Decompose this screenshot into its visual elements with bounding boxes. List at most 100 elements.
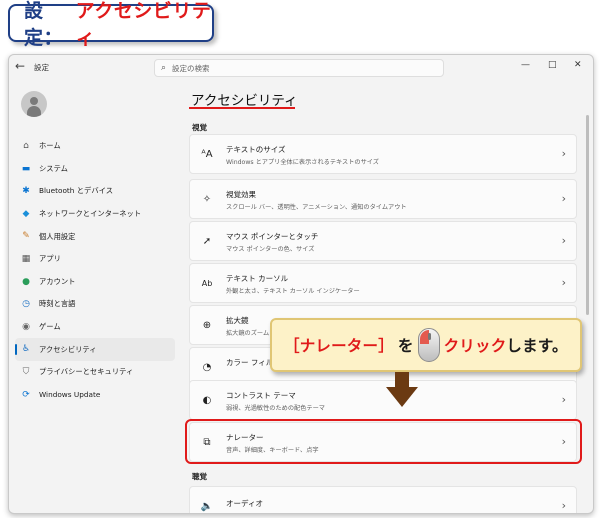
- color-filter-icon: ◔: [202, 362, 212, 373]
- sidebar-item-windows-update[interactable]: ⟳ Windows Update: [15, 384, 175, 407]
- card-title: テキストのサイズ: [226, 145, 286, 154]
- section-heading-vision: 視覚: [192, 123, 207, 132]
- text-size-icon: ᴬA: [201, 149, 213, 160]
- network-icon: ◆: [22, 208, 30, 219]
- sidebar-item-accessibility[interactable]: ♿ アクセシビリティ: [15, 338, 175, 361]
- down-arrow-stem: [395, 372, 409, 388]
- setting-card-audio[interactable]: 🔈 オーディオ ›: [189, 486, 577, 513]
- chevron-right-icon: ›: [561, 147, 566, 160]
- sidebar-item-label: システム: [39, 163, 68, 173]
- avatar-head: [30, 97, 38, 105]
- search-placeholder: 設定の検索: [172, 63, 210, 73]
- search-input[interactable]: ⌕ 設定の検索: [154, 59, 444, 77]
- shield-icon: ⛉: [22, 366, 30, 377]
- minimize-button[interactable]: —: [521, 60, 530, 70]
- text-cursor-icon: Ab: [201, 279, 213, 288]
- setting-card-contrast-themes[interactable]: ◐ コントラスト テーマ 弱視、光過敏性のための配色テーマ ›: [189, 380, 577, 420]
- sidebar-item-label: プライバシーとセキュリティ: [39, 367, 134, 377]
- card-subtitle: 弱視、光過敏性のための配色テーマ: [226, 405, 325, 412]
- gaming-icon: ◉: [22, 321, 30, 332]
- card-subtitle: 外観と太さ、テキスト カーソル インジケーター: [226, 288, 360, 295]
- sidebar-nav: ⌂ ホーム ▬ システム ✱ Bluetooth とデバイス ◆ ネットワークとインター…: [15, 135, 175, 406]
- badge-title: アクセシビリティ: [75, 0, 212, 49]
- section-heading-hearing: 聴覚: [192, 472, 207, 481]
- chevron-right-icon: ›: [561, 234, 566, 247]
- avatar-body: [27, 106, 41, 117]
- sidebar-item-label: Bluetooth とデバイス: [39, 186, 114, 196]
- sidebar-item-label: 時刻と言語: [39, 299, 76, 309]
- sidebar-item-label: ネットワークとインターネット: [39, 209, 142, 219]
- setting-card-text-cursor[interactable]: Ab テキスト カーソル 外観と太さ、テキスト カーソル インジケーター ›: [189, 263, 577, 303]
- brush-icon: ✎: [22, 231, 30, 242]
- title-underline: [189, 107, 295, 109]
- card-subtitle: Windows とアプリ全体に表示されるテキストのサイズ: [226, 159, 379, 166]
- visual-effects-icon: ✧: [202, 194, 212, 205]
- card-title: 拡大鏡: [226, 316, 249, 325]
- sidebar-item-home[interactable]: ⌂ ホーム: [15, 135, 175, 158]
- page-title: アクセシビリティ: [191, 93, 298, 109]
- account-icon: ●: [22, 276, 30, 287]
- mouse-wheel: [427, 333, 431, 340]
- sidebar-item-apps[interactable]: ▦ アプリ: [15, 248, 175, 271]
- card-title: オーディオ: [226, 499, 263, 508]
- chevron-right-icon: ›: [561, 393, 566, 406]
- narrator-highlight-frame: [185, 419, 582, 464]
- sidebar-item-label: アクセシビリティ: [39, 344, 97, 354]
- audio-icon: 🔈: [200, 501, 214, 512]
- card-title: テキスト カーソル: [226, 274, 289, 283]
- update-icon: ⟳: [22, 389, 30, 400]
- sidebar-item-label: Windows Update: [39, 390, 101, 400]
- chevron-right-icon: ›: [561, 192, 566, 205]
- accessibility-icon: ♿: [21, 344, 31, 355]
- system-icon: ▬: [21, 163, 31, 174]
- search-icon: ⌕: [161, 63, 167, 73]
- chevron-right-icon: ›: [561, 499, 566, 512]
- card-subtitle: マウス ポインターの色、サイズ: [226, 246, 315, 253]
- setting-card-text-size[interactable]: ᴬA テキストのサイズ Windows とアプリ全体に表示されるテキストのサイズ…: [189, 134, 577, 174]
- chevron-right-icon: ›: [561, 276, 566, 289]
- sidebar-item-bluetooth[interactable]: ✱ Bluetooth とデバイス: [15, 180, 175, 203]
- scrollbar[interactable]: [586, 115, 589, 315]
- mouse-pointer-icon: ➚: [202, 236, 212, 247]
- card-title: 視覚効果: [226, 190, 256, 199]
- contrast-icon: ◐: [202, 395, 212, 406]
- mouse-left-click-icon: [417, 328, 440, 362]
- maximize-button[interactable]: □: [548, 60, 557, 70]
- app-title: 設定: [34, 63, 49, 72]
- title-bar: ← 設定 ⌕ 設定の検索 — □ ✕: [9, 55, 593, 81]
- card-subtitle: 拡大鏡のズーム: [226, 330, 270, 337]
- setting-card-mouse-pointer[interactable]: ➚ マウス ポインターとタッチ マウス ポインターの色、サイズ ›: [189, 221, 577, 261]
- sidebar-item-personalization[interactable]: ✎ 個人用設定: [15, 225, 175, 248]
- callout-action: クリック: [443, 337, 507, 355]
- sidebar-item-label: ゲーム: [39, 322, 61, 332]
- instruction-callout: ［ナレーター］ を クリック します。: [270, 318, 582, 372]
- page-label-badge: 設定： アクセシビリティ: [8, 0, 214, 49]
- time-language-icon: ◷: [22, 299, 30, 310]
- apps-icon: ▦: [21, 253, 31, 264]
- bluetooth-icon: ✱: [22, 186, 30, 197]
- sidebar-item-label: アカウント: [39, 276, 76, 286]
- callout-target: ［ナレーター］: [284, 337, 394, 355]
- callout-particle: を: [397, 337, 414, 355]
- card-title: コントラスト テーマ: [226, 391, 296, 400]
- sidebar-item-accounts[interactable]: ● アカウント: [15, 271, 175, 294]
- back-arrow-icon[interactable]: ←: [15, 59, 25, 73]
- badge-prefix: 設定：: [24, 0, 64, 49]
- sidebar-item-label: ホーム: [39, 141, 61, 151]
- down-arrow-icon: [386, 387, 418, 407]
- sidebar-item-time-language[interactable]: ◷ 時刻と言語: [15, 293, 175, 316]
- avatar[interactable]: [21, 91, 47, 117]
- settings-window: ← 設定 ⌕ 設定の検索 — □ ✕ ⌂ ホーム ▬ システム ✱ Bluetooth…: [8, 54, 594, 514]
- card-title: マウス ポインターとタッチ: [226, 232, 319, 241]
- setting-card-visual-effects[interactable]: ✧ 視覚効果 スクロール バー、透明性、アニメーション、通知のタイムアウト ›: [189, 179, 577, 219]
- sidebar-item-privacy[interactable]: ⛉ プライバシーとセキュリティ: [15, 361, 175, 384]
- sidebar-item-label: アプリ: [39, 254, 61, 264]
- callout-suffix: します。: [506, 337, 568, 355]
- close-button[interactable]: ✕: [574, 60, 582, 70]
- sidebar-item-label: 個人用設定: [39, 231, 76, 241]
- magnifier-icon: ⊕: [202, 320, 212, 331]
- card-subtitle: スクロール バー、透明性、アニメーション、通知のタイムアウト: [226, 204, 407, 211]
- sidebar-item-network[interactable]: ◆ ネットワークとインターネット: [15, 203, 175, 226]
- sidebar-item-gaming[interactable]: ◉ ゲーム: [15, 316, 175, 339]
- sidebar-item-system[interactable]: ▬ システム: [15, 158, 175, 181]
